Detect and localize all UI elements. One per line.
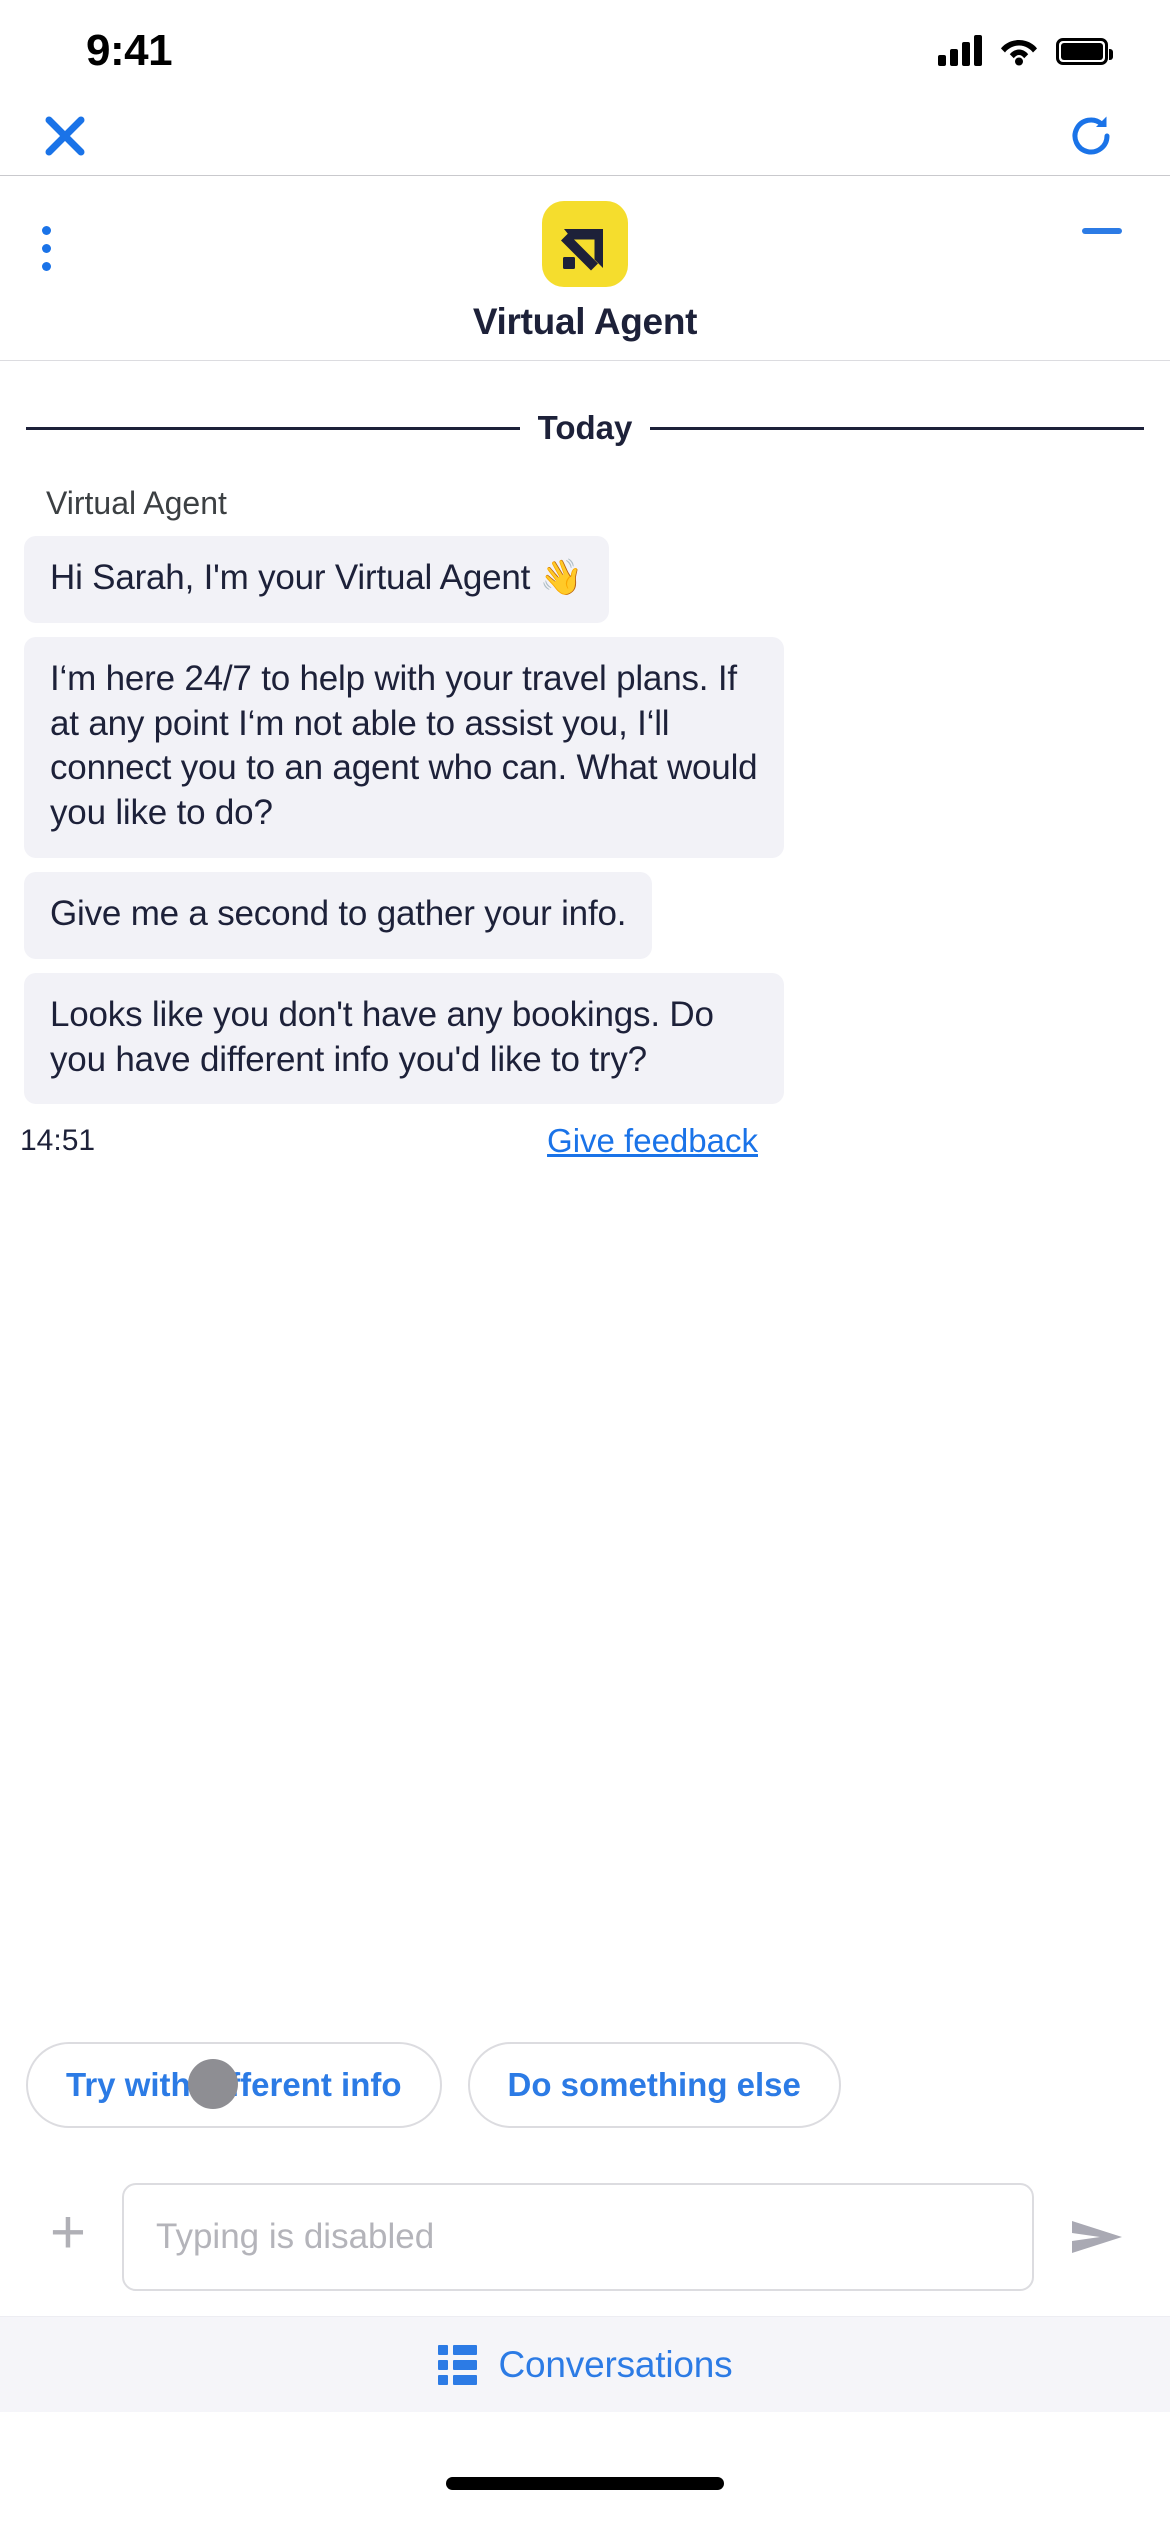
message-bubble: Hi Sarah, I'm your Virtual Agent 👋 — [24, 536, 610, 623]
give-feedback-link[interactable]: Give feedback — [547, 1122, 758, 1160]
message-bubble: I‘m here 24/7 to help with your travel p… — [24, 636, 784, 858]
message-meta-row: 14:51 Give feedback — [20, 1122, 784, 1160]
day-divider: Today — [26, 361, 1145, 447]
quick-reply-chips: Try with different info Do something els… — [0, 2042, 1170, 2128]
browser-toolbar — [0, 96, 1170, 176]
battery-icon — [1056, 37, 1113, 65]
chat-transcript[interactable]: Today Virtual Agent Hi Sarah, I'm your V… — [0, 361, 1170, 2042]
message-composer: + — [0, 2158, 1170, 2316]
agent-header: Virtual Agent — [0, 176, 1170, 361]
wifi-icon — [1000, 36, 1038, 66]
plus-icon[interactable]: + — [40, 2202, 96, 2264]
page-title: Virtual Agent — [472, 301, 698, 342]
chip-try-with-different-info[interactable]: Try with different info — [26, 2042, 442, 2128]
status-bar: 9:41 — [0, 0, 1170, 96]
conversations-list-icon — [437, 2344, 477, 2385]
cellular-signal-icon — [938, 35, 982, 66]
reload-icon[interactable] — [1056, 101, 1126, 171]
message-timestamp: 14:51 — [20, 1124, 96, 1158]
message-bubble: Give me a second to gather your info. — [24, 871, 653, 959]
message-sender-name: Virtual Agent — [46, 485, 227, 521]
send-arrow-icon[interactable] — [1060, 2205, 1136, 2269]
tab-conversations-label: Conversations — [498, 2343, 733, 2385]
kebab-menu-icon[interactable] — [30, 214, 63, 283]
status-bar-time: 9:41 — [86, 26, 173, 75]
divider-rule-left — [26, 426, 520, 430]
home-indicator-area — [0, 2412, 1170, 2532]
message-bubble: Looks like you don't have any bookings. … — [24, 972, 784, 1105]
tab-conversations[interactable]: Conversations — [0, 2316, 1170, 2412]
phone-screen: 9:41 Virtual Agent Today Virtual Agent H… — [0, 0, 1170, 2532]
status-bar-indicators — [938, 35, 1113, 66]
divider-rule-right — [650, 426, 1145, 430]
home-indicator-bar — [446, 2476, 724, 2490]
day-divider-label: Today — [537, 409, 633, 446]
message-input[interactable] — [122, 2183, 1034, 2291]
close-icon[interactable] — [30, 101, 100, 171]
chip-do-something-else[interactable]: Do something else — [467, 2042, 841, 2128]
minimize-icon[interactable] — [1082, 228, 1122, 234]
arrow-up-right-logo-icon — [542, 201, 628, 287]
